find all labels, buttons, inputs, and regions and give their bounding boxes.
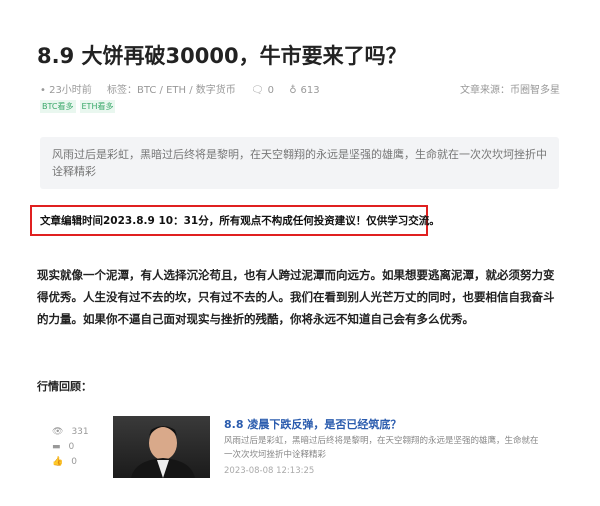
review-heading: 行情回顾： <box>37 380 92 393</box>
related-likes: 👍 0 <box>52 457 77 467</box>
view-count: ♁ 613 <box>289 85 320 96</box>
article-quote: 风雨过后是彩虹，黑暗过后终将是黎明，在天空翱翔的永远是坚强的雄鹰，生命就在一次次… <box>40 137 559 189</box>
article-tags[interactable]: 标签：BTC / ETH / 数字货币 <box>107 85 236 96</box>
related-date: 2023-08-08 12:13:25 <box>224 466 315 476</box>
comment-count[interactable]: 🗨 0 <box>251 85 274 96</box>
person-photo <box>131 426 195 478</box>
publish-time: • 23小时前 <box>40 85 92 96</box>
article-source: 文章来源：币圈智多星 <box>460 85 560 96</box>
sentiment-badges: BTC看多 ETH看多 <box>40 100 116 113</box>
comment-icon: 🗨 <box>250 85 264 96</box>
related-desc: 风雨过后是彩虹，黑暗过后终将是黎明，在天空翱翔的永远是坚强的雄鹰，生命就在一次次… <box>224 436 539 460</box>
article-title: 8.9 大饼再破30000，牛市要来了吗？ <box>37 44 407 68</box>
article-body: 现实就像一个泥潭，有人选择沉沦苟且，也有人跨过泥潭而向远方。如果想要逃离泥潭，就… <box>37 268 555 326</box>
comment-icon: ▬ <box>52 442 61 452</box>
related-views: 👁 331 <box>52 427 89 437</box>
thumbs-up-icon: 👍 <box>52 457 64 467</box>
article-meta: • 23小时前 标签：BTC / ETH / 数字货币 🗨 0 ♁ 613 <box>40 81 332 96</box>
related-thumbnail[interactable] <box>113 416 210 478</box>
edit-notice: 文章编辑时间2023.8.9 10：31分，所有观点不构成任何投资建议！仅供学习… <box>30 205 440 236</box>
related-title[interactable]: 8.8 凌晨下跌反弹，是否已经筑底？ <box>224 416 401 432</box>
fire-icon: ♁ <box>289 85 297 96</box>
related-comments: ▬ 0 <box>52 442 75 452</box>
badge-btc[interactable]: BTC看多 <box>40 100 76 113</box>
badge-eth[interactable]: ETH看多 <box>79 100 116 113</box>
eye-icon: 👁 <box>52 427 64 437</box>
